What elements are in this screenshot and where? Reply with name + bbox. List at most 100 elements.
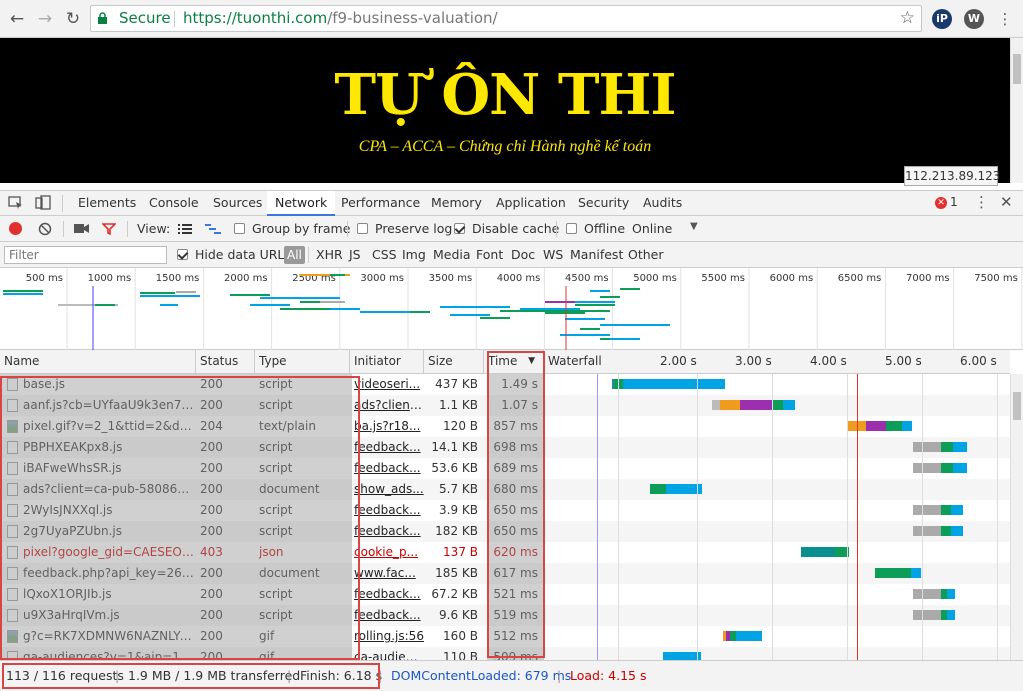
cell-initiator[interactable]: ba.js?r18... [350,416,424,437]
record-icon[interactable] [9,222,22,235]
column-header-type[interactable]: Type [255,350,350,374]
disable-cache-checkbox[interactable] [454,223,465,234]
cell-initiator[interactable]: feedback... [350,500,424,521]
column-header-name[interactable]: Name [0,350,196,374]
overview-timeline[interactable]: 500 ms 1000 ms 1500 ms 2000 ms 2500 ms 3000 m… [0,268,1023,350]
clear-icon[interactable] [38,222,52,236]
table-row[interactable]: u9X3aHrqIVm.js 200 script feedback... 9.6 KB… [0,605,1010,626]
page-scrollbar-thumb[interactable] [1013,54,1021,84]
filter-type-xhr[interactable]: XHR [316,247,343,262]
devtools-menu-icon[interactable]: ⋮ [974,193,989,211]
back-arrow-icon[interactable]: ← [6,8,28,30]
forward-arrow-icon[interactable]: → [34,8,56,30]
ip-extension-icon[interactable]: iP [932,9,952,29]
tab-memory[interactable]: Memory [423,191,490,216]
table-row[interactable]: ga-audiences?v=1&aip=1&t=... 200 gif ca-aud… [0,647,1010,660]
error-count[interactable]: 1 [950,195,958,209]
cell-initiator[interactable]: rolling.js:56 [350,626,424,647]
url-text[interactable]: https://tuonthi.com/f9-business-valuatio… [183,6,498,31]
overview-bar [610,338,640,340]
cell-time: 519 ms [493,608,538,622]
inspect-element-icon[interactable] [8,196,24,210]
cell-initiator[interactable]: feedback... [350,458,424,479]
menu-kebab-icon[interactable]: ⋮ [994,8,1016,30]
waterfall-bar [663,652,701,660]
column-header-time[interactable]: Time ▼ [484,350,544,374]
cell-initiator[interactable]: feedback... [350,605,424,626]
column-header-size[interactable]: Size [424,350,484,374]
filter-type-all[interactable]: All [284,246,305,264]
filter-type-other[interactable]: Other [628,247,664,262]
table-row[interactable]: ads?client=ca-pub-58086280... 200 document… [0,479,1010,500]
table-row[interactable]: lQxoX1ORJIb.js 200 script feedback... 67.2 K… [0,584,1010,605]
table-row[interactable]: 2WyIsJNXXql.js 200 script feedback... 3.9 KB… [0,500,1010,521]
close-devtools-icon[interactable]: ✕ [1000,193,1013,211]
reload-icon[interactable]: ↻ [62,8,84,30]
table-row[interactable]: PBPHXEAKpx8.js 200 script feedback... 14.1 K… [0,437,1010,458]
filter-type-manifest[interactable]: Manifest [570,247,623,262]
filter-type-font[interactable]: Font [476,247,503,262]
filter-type-doc[interactable]: Doc [511,247,535,262]
tab-audits[interactable]: Audits [635,191,690,216]
filter-funnel-icon[interactable] [102,222,116,236]
table-row[interactable]: g?c=RK7XDMNW6NAZNLYA... 200 gif rolling.js:… [0,626,1010,647]
filter-input[interactable] [4,246,167,264]
overview-waterfall-icon[interactable] [205,223,221,235]
offline-checkbox[interactable] [566,223,577,234]
hide-data-urls-checkbox[interactable] [177,249,188,260]
large-rows-icon[interactable] [178,223,192,235]
cell-time: 509 ms [493,650,538,660]
table-scrollbar[interactable] [1010,374,1023,660]
address-bar[interactable]: Secure https://tuonthi.com/f9-business-v… [90,5,922,32]
tab-elements[interactable]: Elements [70,191,144,216]
error-icon[interactable]: ✕ [935,197,947,209]
column-header-waterfall[interactable]: Waterfall 2.00 s 3.00 s 4.00 s 5.00 s 6.… [544,350,1010,374]
filter-type-js[interactable]: JS [349,247,361,262]
cell-initiator[interactable]: cookie_p... [350,542,424,563]
table-row[interactable]: iBAFweWhsSR.js 200 script feedback... 53.6 K… [0,458,1010,479]
overview-bar [620,288,640,290]
filter-type-media[interactable]: Media [433,247,471,262]
page-scrollbar[interactable] [1010,38,1023,183]
cell-initiator[interactable]: feedback... [350,437,424,458]
cell-initiator[interactable]: feedback... [350,521,424,542]
table-row[interactable]: feedback.php?api_key=2626... 200 document w… [0,563,1010,584]
column-header-status[interactable]: Status [196,350,255,374]
column-header-initiator[interactable]: Initiator [350,350,424,374]
group-by-frame-checkbox[interactable] [234,223,245,234]
cell-time: 617 ms [493,566,538,580]
filter-type-css[interactable]: CSS [372,247,397,262]
cell-initiator[interactable]: ads?client... [350,395,424,416]
cell-initiator[interactable]: videoseri... [350,374,424,395]
table-row[interactable]: base.js 200 script videoseri... 437 KB 1.49 s [0,374,1010,395]
tab-network[interactable]: Network [267,191,336,216]
table-row[interactable]: pixel.gif?v=2_1&ttid=2&d=g... 204 text/pla… [0,416,1010,437]
tab-security[interactable]: Security [570,191,637,216]
waterfall-bar [783,400,795,410]
cell-initiator[interactable]: www.fac... [350,563,424,584]
overview-bar [300,301,320,303]
overview-bar [575,301,615,303]
cell-initiator[interactable]: ca-audien... [350,647,424,660]
cell-initiator[interactable]: feedback... [350,584,424,605]
table-scrollbar-thumb[interactable] [1013,392,1021,420]
filter-type-ws[interactable]: WS [543,247,563,262]
wordpress-icon[interactable]: W [964,9,984,29]
device-toolbar-icon[interactable] [35,195,51,211]
filter-type-img[interactable]: Img [402,247,426,262]
table-row[interactable]: pixel?google_gid=CAESEO7... 403 json cookie… [0,542,1010,563]
chevron-down-icon[interactable]: ▼ [690,221,698,232]
tab-sources[interactable]: Sources [205,191,270,216]
screenshot-camera-icon[interactable] [74,223,89,234]
request-count: 113 / 116 requests [6,668,124,683]
table-row[interactable]: 2g7UyaPZUbn.js 200 script feedback... 182 KB… [0,521,1010,542]
tab-console[interactable]: Console [141,191,207,216]
preserve-log-checkbox[interactable] [357,223,368,234]
throttling-select[interactable]: Online [632,221,672,236]
tab-application[interactable]: Application [488,191,574,216]
bookmark-star-icon[interactable]: ☆ [900,6,915,31]
cell-initiator[interactable]: show_ads... [350,479,424,500]
table-row[interactable]: aanf.js?cb=UYfaaU9k3en7/C... 200 script ads… [0,395,1010,416]
tab-performance[interactable]: Performance [333,191,428,216]
cell-size: 110 B [443,650,478,660]
